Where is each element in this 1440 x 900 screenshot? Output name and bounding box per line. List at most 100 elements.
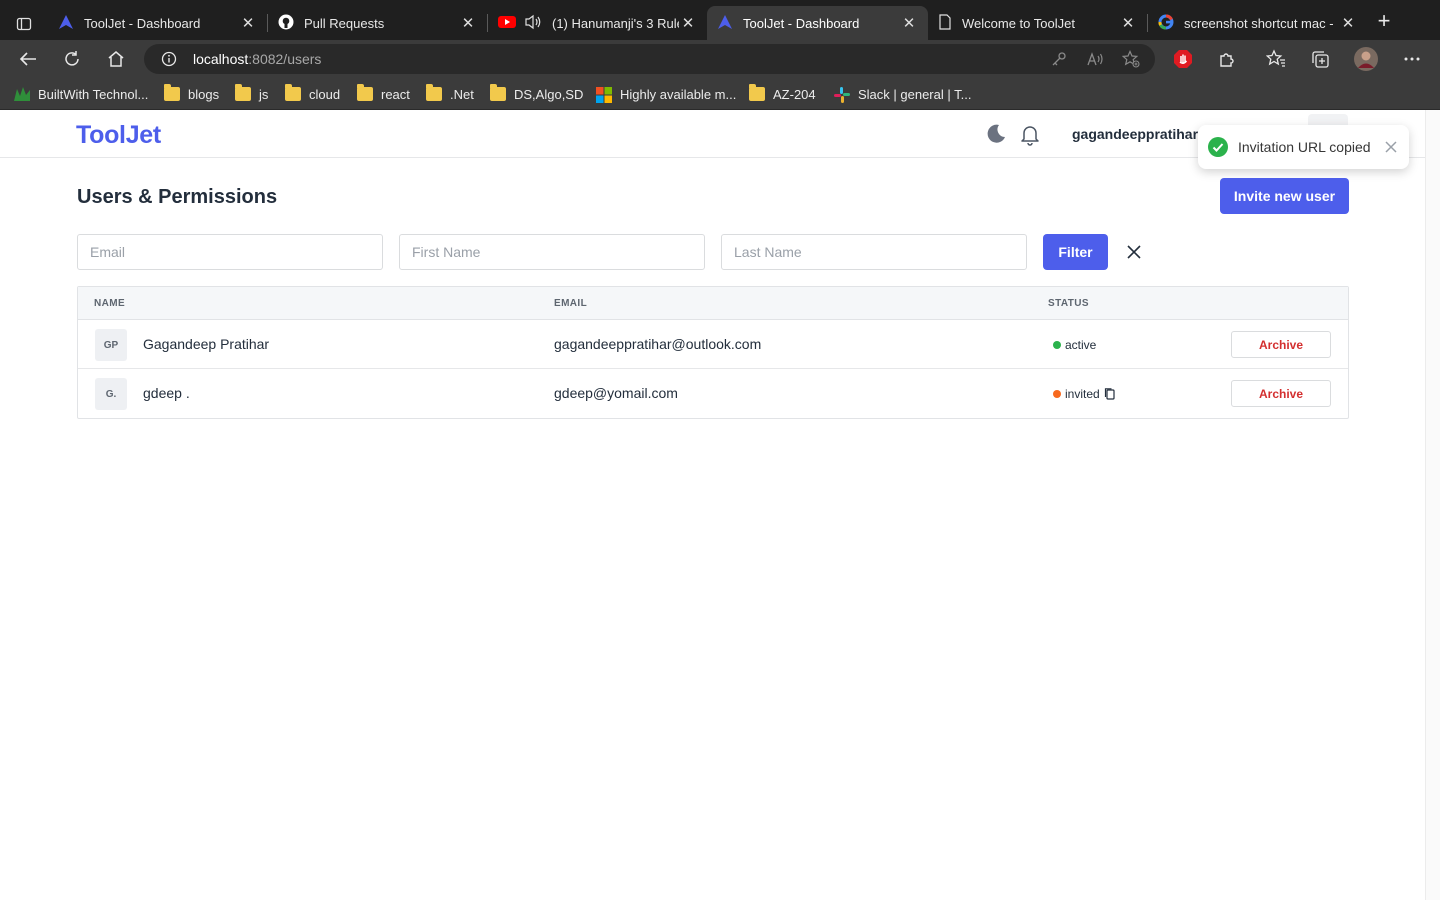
bell-icon[interactable] bbox=[1020, 124, 1040, 146]
check-circle-icon bbox=[1208, 137, 1228, 157]
table-row: G. gdeep . gdeep@yomail.com invited Arch… bbox=[78, 369, 1348, 418]
close-icon[interactable]: ✕ bbox=[239, 14, 257, 32]
success-toast: Invitation URL copied bbox=[1198, 125, 1409, 169]
site-info-icon[interactable] bbox=[160, 50, 178, 68]
back-button[interactable] bbox=[16, 47, 40, 71]
archive-button[interactable]: Archive bbox=[1231, 331, 1331, 358]
bookmark-label: react bbox=[381, 86, 410, 102]
speaker-icon[interactable] bbox=[524, 14, 542, 33]
page-scrollbar[interactable] bbox=[1425, 110, 1440, 900]
user-name: Gagandeep Pratihar bbox=[143, 336, 270, 352]
bookmark-react[interactable]: react bbox=[357, 84, 410, 104]
status-dot-active bbox=[1053, 341, 1061, 349]
bookmark-cloud[interactable]: cloud bbox=[285, 84, 340, 104]
bookmark-label: cloud bbox=[309, 86, 341, 102]
bookmark-dotnet[interactable]: .Net bbox=[426, 84, 474, 104]
bookmark-label: AZ-204 bbox=[773, 86, 816, 102]
avatar: G. bbox=[95, 378, 127, 410]
add-favorite-icon[interactable] bbox=[1122, 50, 1140, 68]
tab-google-search[interactable]: screenshot shortcut mac - ✕ bbox=[1148, 6, 1367, 40]
new-tab-button[interactable]: + bbox=[1372, 10, 1396, 34]
user-email[interactable]: gagandeeppratihar@outlook.com bbox=[1072, 126, 1204, 142]
close-icon[interactable]: ✕ bbox=[1339, 14, 1357, 32]
invite-new-user-button[interactable]: Invite new user bbox=[1220, 178, 1349, 214]
app-page: ToolJet gagandeeppratihar@outlook.com In… bbox=[0, 110, 1440, 900]
filter-button[interactable]: Filter bbox=[1043, 234, 1108, 270]
archive-button[interactable]: Archive bbox=[1231, 380, 1331, 407]
status-badge: active bbox=[1053, 338, 1096, 352]
tab-title: Welcome to ToolJet bbox=[962, 15, 1075, 31]
bookmark-az204[interactable]: AZ-204 bbox=[749, 84, 816, 104]
bookmark-highly-available[interactable]: Highly available m... bbox=[596, 84, 736, 104]
column-header-status: STATUS bbox=[1048, 298, 1089, 309]
youtube-icon bbox=[498, 15, 516, 32]
bookmark-builtwith[interactable]: BuiltWith Technol... bbox=[14, 84, 148, 104]
first-name-filter-input[interactable] bbox=[399, 234, 705, 270]
browser-toolbar: localhost:8082/users bbox=[0, 40, 1440, 78]
bookmark-label: BuiltWith Technol... bbox=[38, 86, 149, 102]
folder-icon bbox=[285, 84, 301, 101]
user-name: gdeep . bbox=[143, 385, 190, 401]
tooljet-icon bbox=[717, 14, 733, 33]
tab-youtube[interactable]: (1) Hanumanji's 3 Rule ✕ bbox=[488, 6, 707, 40]
collections-icon[interactable] bbox=[1310, 49, 1330, 69]
folder-icon bbox=[490, 84, 506, 101]
tab-title: (1) Hanumanji's 3 Rule bbox=[552, 15, 679, 31]
bookmark-js[interactable]: js bbox=[235, 84, 268, 104]
tab-title: Pull Requests bbox=[304, 15, 385, 31]
google-icon bbox=[1158, 13, 1174, 33]
email-filter-input[interactable] bbox=[77, 234, 383, 270]
close-icon[interactable]: ✕ bbox=[1119, 14, 1137, 32]
bookmark-slack[interactable]: Slack | general | T... bbox=[834, 84, 971, 104]
copy-icon[interactable] bbox=[1103, 387, 1117, 401]
profile-avatar[interactable] bbox=[1354, 47, 1378, 71]
tooljet-logo[interactable]: ToolJet bbox=[76, 121, 161, 150]
favorites-icon[interactable] bbox=[1266, 49, 1286, 69]
tab-tooljet-dashboard-active[interactable]: ToolJet - Dashboard ✕ bbox=[707, 6, 928, 40]
table-header: NAME EMAIL STATUS bbox=[78, 287, 1348, 320]
column-header-name: NAME bbox=[94, 298, 126, 309]
adblock-extension-icon[interactable] bbox=[1173, 49, 1193, 69]
home-icon bbox=[108, 51, 124, 67]
read-aloud-icon[interactable] bbox=[1087, 50, 1105, 68]
browser-tab-bar: ToolJet - Dashboard ✕ Pull Requests ✕ (1… bbox=[0, 0, 1440, 40]
tab-title: screenshot shortcut mac - bbox=[1184, 15, 1334, 31]
more-options-icon[interactable] bbox=[1402, 49, 1422, 69]
bookmark-label: Highly available m... bbox=[620, 86, 737, 102]
tooljet-icon bbox=[58, 14, 74, 33]
close-icon[interactable]: ✕ bbox=[900, 14, 918, 32]
url-path: :8082/users bbox=[248, 51, 322, 67]
address-bar[interactable]: localhost:8082/users bbox=[144, 44, 1155, 74]
column-header-email: EMAIL bbox=[554, 298, 588, 309]
tab-actions-icon[interactable] bbox=[12, 12, 36, 36]
moon-icon[interactable] bbox=[984, 122, 1008, 146]
extensions-icon[interactable] bbox=[1217, 49, 1237, 69]
folder-icon bbox=[235, 84, 251, 101]
page-icon bbox=[938, 13, 952, 33]
refresh-button[interactable] bbox=[60, 47, 84, 71]
slack-icon bbox=[834, 87, 850, 103]
tab-welcome-tooljet[interactable]: Welcome to ToolJet ✕ bbox=[928, 6, 1147, 40]
bookmark-blogs[interactable]: blogs bbox=[164, 84, 219, 104]
bookmark-label: .Net bbox=[450, 86, 474, 102]
table-row: GP Gagandeep Pratihar gagandeeppratihar@… bbox=[78, 320, 1348, 369]
user-email-cell: gdeep@yomail.com bbox=[554, 385, 678, 401]
close-icon[interactable]: ✕ bbox=[679, 14, 697, 32]
bookmark-label: DS,Algo,SD bbox=[514, 86, 584, 102]
tab-tooljet-dashboard-1[interactable]: ToolJet - Dashboard ✕ bbox=[48, 6, 267, 40]
close-icon[interactable] bbox=[1383, 139, 1399, 155]
bookmark-dsalgo[interactable]: DS,Algo,SD bbox=[490, 84, 583, 104]
status-text: invited bbox=[1065, 387, 1100, 401]
tab-title: ToolJet - Dashboard bbox=[743, 15, 860, 31]
toast-message: Invitation URL copied bbox=[1238, 139, 1371, 155]
password-key-icon[interactable] bbox=[1050, 50, 1068, 68]
clear-filters-icon[interactable] bbox=[1124, 242, 1144, 262]
home-button[interactable] bbox=[104, 47, 128, 71]
status-badge: invited bbox=[1053, 387, 1117, 401]
back-arrow-icon bbox=[19, 52, 36, 66]
tab-pull-requests[interactable]: Pull Requests ✕ bbox=[268, 6, 487, 40]
last-name-filter-input[interactable] bbox=[721, 234, 1027, 270]
bookmarks-bar: BuiltWith Technol... blogs js cloud reac… bbox=[0, 78, 1440, 110]
close-icon[interactable]: ✕ bbox=[459, 14, 477, 32]
page-title: Users & Permissions bbox=[77, 186, 278, 208]
